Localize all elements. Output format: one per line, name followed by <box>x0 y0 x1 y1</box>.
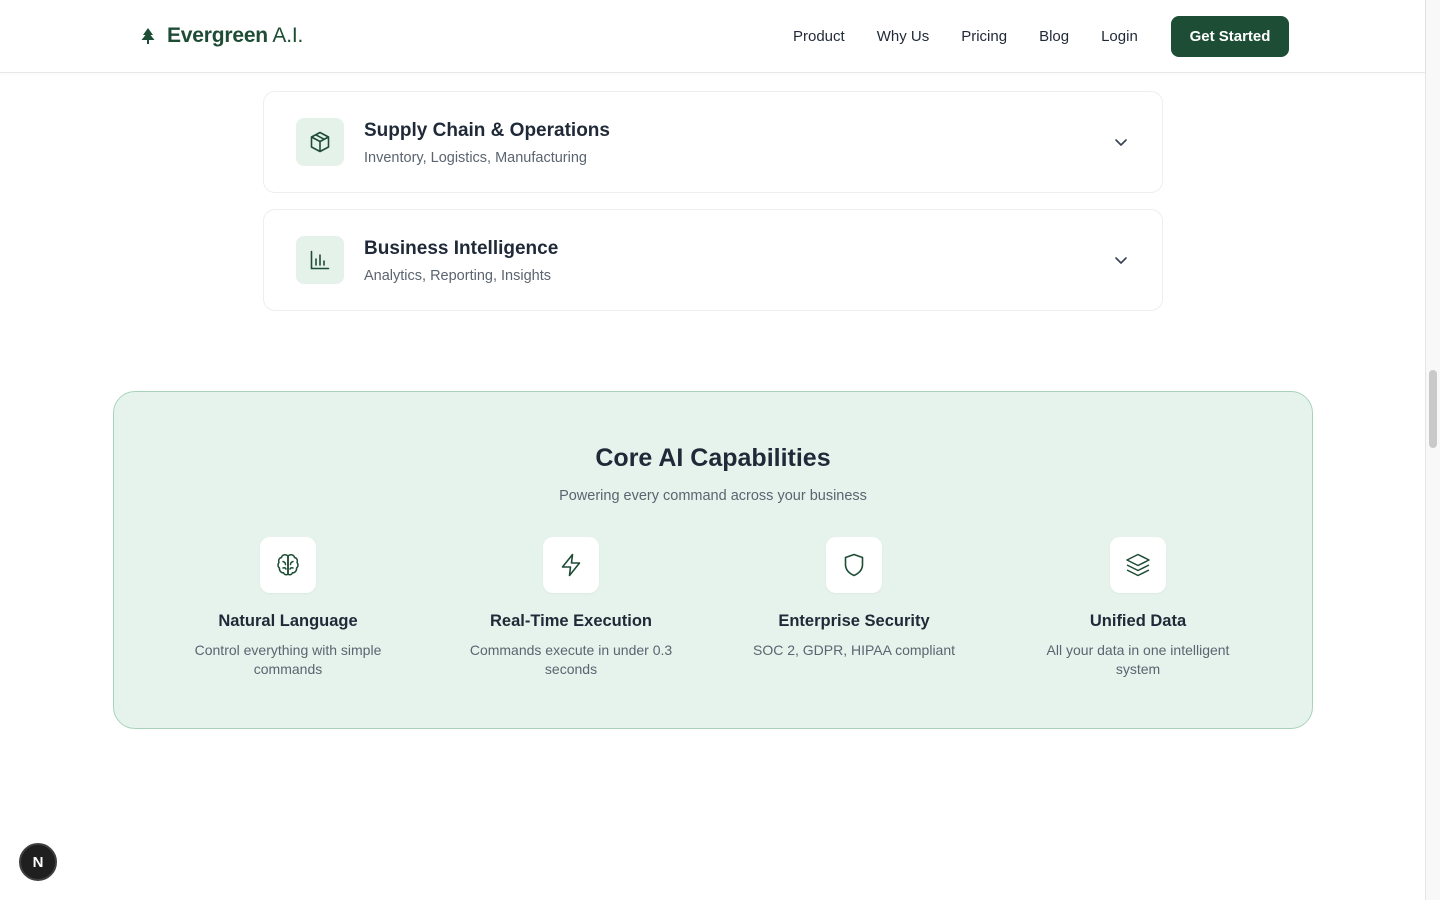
nav-login[interactable]: Login <box>1101 28 1138 46</box>
package-icon <box>296 118 344 166</box>
lightning-icon <box>543 537 599 593</box>
site-header: Evergreen A.I. Product Why Us Pricing Bl… <box>0 0 1425 73</box>
accordion-subtitle: Inventory, Logistics, Manufacturing <box>364 150 587 166</box>
scrollbar-thumb[interactable] <box>1429 370 1437 448</box>
capability-natural-language: Natural Language Control everything with… <box>168 537 408 679</box>
accordion-item-business-intelligence[interactable]: Business Intelligence Analytics, Reporti… <box>263 209 1163 311</box>
layers-icon <box>1110 537 1166 593</box>
dev-tools-badge[interactable]: N <box>19 843 57 881</box>
section-subtitle: Powering every command across your busin… <box>559 488 867 504</box>
chevron-down-icon[interactable] <box>1114 135 1128 154</box>
tree-icon <box>140 27 156 45</box>
brain-icon <box>260 537 316 593</box>
capability-title: Real-Time Execution <box>490 612 652 630</box>
page: Evergreen A.I. Product Why Us Pricing Bl… <box>0 0 1440 900</box>
logo-text: Evergreen A.I. <box>167 24 304 47</box>
capability-title: Enterprise Security <box>778 612 930 630</box>
capability-title: Natural Language <box>218 612 358 630</box>
capability-desc: Control everything with simple commands <box>194 642 382 677</box>
section-title: Core AI Capabilities <box>595 444 831 472</box>
capability-desc: Commands execute in under 0.3 seconds <box>469 642 673 677</box>
accordion-title: Business Intelligence <box>364 238 559 259</box>
logo[interactable]: Evergreen A.I. <box>140 24 303 48</box>
accordion-subtitle: Analytics, Reporting, Insights <box>364 268 551 284</box>
capability-desc: All your data in one intelligent system <box>1046 642 1230 677</box>
main-nav: Product Why Us Pricing Blog Login <box>793 28 1170 46</box>
capability-enterprise-security: Enterprise Security SOC 2, GDPR, HIPAA c… <box>734 537 974 660</box>
capability-real-time-execution: Real-Time Execution Commands execute in … <box>451 537 691 679</box>
capability-desc: SOC 2, GDPR, HIPAA compliant <box>752 642 956 658</box>
capability-title: Unified Data <box>1089 612 1187 630</box>
get-started-button[interactable]: Get Started <box>1171 16 1289 57</box>
capabilities-section: Core AI Capabilities Powering every comm… <box>113 391 1313 729</box>
accordion-title: Supply Chain & Operations <box>364 120 610 141</box>
nav-pricing[interactable]: Pricing <box>961 28 1007 46</box>
shield-icon <box>826 537 882 593</box>
capability-unified-data: Unified Data All your data in one intell… <box>1018 537 1258 679</box>
nav-why-us[interactable]: Why Us <box>877 28 930 46</box>
chevron-down-icon[interactable] <box>1114 253 1128 272</box>
nav-blog[interactable]: Blog <box>1039 28 1069 46</box>
nav-product[interactable]: Product <box>793 28 845 46</box>
bar-chart-icon <box>296 236 344 284</box>
accordion-item-supply-chain[interactable]: Supply Chain & Operations Inventory, Log… <box>263 91 1163 193</box>
scrollbar[interactable] <box>1425 0 1440 900</box>
